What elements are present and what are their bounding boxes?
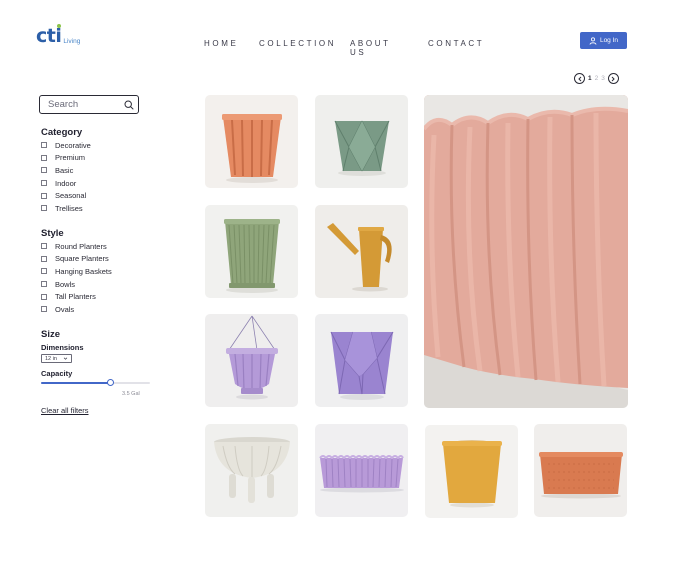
checkbox[interactable] xyxy=(41,205,47,212)
search-placeholder: Search xyxy=(48,99,79,110)
product-card-green-faceted[interactable] xyxy=(315,95,408,188)
checkbox[interactable] xyxy=(41,142,47,149)
login-label: Log In xyxy=(599,37,619,44)
checkbox[interactable] xyxy=(41,281,47,288)
product-image xyxy=(534,424,627,517)
category-option-premium[interactable]: Premium xyxy=(41,152,91,165)
product-card-cream-footed-bowl[interactable] xyxy=(205,424,298,517)
category-option-basic[interactable]: Basic xyxy=(41,164,91,177)
checkbox[interactable] xyxy=(41,192,47,199)
size-title: Size xyxy=(41,329,61,340)
nav-about-us[interactable]: ABOUT US xyxy=(350,39,390,57)
product-card-green-ribbed[interactable] xyxy=(205,205,298,298)
page-2[interactable]: 2 xyxy=(595,75,599,82)
capacity-slider-handle[interactable] xyxy=(107,379,115,386)
product-image xyxy=(315,314,408,407)
page-1[interactable]: 1 xyxy=(588,75,592,82)
login-button[interactable]: Log In xyxy=(580,32,627,49)
product-image xyxy=(425,425,518,518)
style-option-ovals[interactable]: Ovals xyxy=(41,303,112,316)
clear-filters-link[interactable]: Clear all filters xyxy=(41,406,89,415)
logo-subtext: Living xyxy=(63,38,81,45)
chevron-right-icon xyxy=(612,76,616,81)
product-card-featured-pink-scalloped[interactable] xyxy=(424,95,628,408)
checkbox[interactable] xyxy=(41,255,47,262)
product-card-purple-faceted[interactable] xyxy=(315,314,408,407)
brand-logo[interactable]: cti Living xyxy=(36,24,81,47)
product-image xyxy=(205,424,298,517)
product-card-orange-fluted[interactable] xyxy=(205,95,298,188)
chevron-left-icon xyxy=(577,76,581,81)
logo-text: cti xyxy=(36,25,62,47)
style-option-tall-planters[interactable]: Tall Planters xyxy=(41,290,112,303)
category-option-trellises[interactable]: Trellises xyxy=(41,202,91,215)
nav-collection[interactable]: COLLECTION xyxy=(259,39,336,48)
capacity-slider[interactable] xyxy=(41,379,150,386)
checkbox[interactable] xyxy=(41,268,47,275)
product-card-terracotta-oval[interactable] xyxy=(534,424,627,517)
dimensions-select[interactable]: 12 in xyxy=(41,354,72,363)
product-card-lavender-scalloped-oval[interactable] xyxy=(315,424,408,517)
search-input[interactable]: Search xyxy=(39,95,139,114)
checkbox[interactable] xyxy=(41,167,47,174)
product-card-mustard-watering-can[interactable] xyxy=(315,205,408,298)
style-title: Style xyxy=(41,228,64,239)
category-option-seasonal[interactable]: Seasonal xyxy=(41,189,91,202)
category-option-decorative[interactable]: Decorative xyxy=(41,139,91,152)
checkbox[interactable] xyxy=(41,154,47,161)
product-image xyxy=(205,95,298,188)
nav-contact[interactable]: CONTACT xyxy=(428,39,484,48)
pagination: 1 2 3 xyxy=(574,73,619,84)
category-filter-list: Decorative Premium Basic Indoor Seasonal… xyxy=(41,139,91,215)
capacity-slider-fill xyxy=(41,382,111,384)
nav-home[interactable]: HOME xyxy=(204,39,238,48)
style-option-hanging-baskets[interactable]: Hanging Baskets xyxy=(41,265,112,278)
next-page-button[interactable] xyxy=(607,73,619,84)
style-filter-list: Round Planters Square Planters Hanging B… xyxy=(41,240,112,316)
user-icon xyxy=(589,36,597,45)
style-option-square-planters[interactable]: Square Planters xyxy=(41,253,112,266)
category-title: Category xyxy=(41,127,83,138)
checkbox[interactable] xyxy=(41,306,47,313)
page-3[interactable]: 3 xyxy=(601,75,605,82)
logo-leaf-icon xyxy=(57,24,61,28)
dimensions-value: 12 in xyxy=(45,355,57,362)
checkbox[interactable] xyxy=(41,293,47,300)
product-image xyxy=(315,95,408,188)
style-option-round-planters[interactable]: Round Planters xyxy=(41,240,112,253)
capacity-value: 3.5 Gal xyxy=(122,391,140,397)
style-option-bowls[interactable]: Bowls xyxy=(41,278,112,291)
product-image xyxy=(315,205,408,298)
checkbox[interactable] xyxy=(41,243,47,250)
prev-page-button[interactable] xyxy=(574,73,585,84)
search-icon[interactable] xyxy=(124,99,134,110)
product-image xyxy=(205,205,298,298)
capacity-label: Capacity xyxy=(41,369,73,378)
product-image xyxy=(205,314,298,407)
product-card-lavender-hanging-basket[interactable] xyxy=(205,314,298,407)
product-image xyxy=(424,95,628,408)
product-card-mustard-round[interactable] xyxy=(425,425,518,518)
checkbox[interactable] xyxy=(41,180,47,187)
product-image xyxy=(315,424,408,517)
dimensions-label: Dimensions xyxy=(41,343,84,352)
category-option-indoor[interactable]: Indoor xyxy=(41,177,91,190)
chevron-down-icon xyxy=(63,357,68,360)
